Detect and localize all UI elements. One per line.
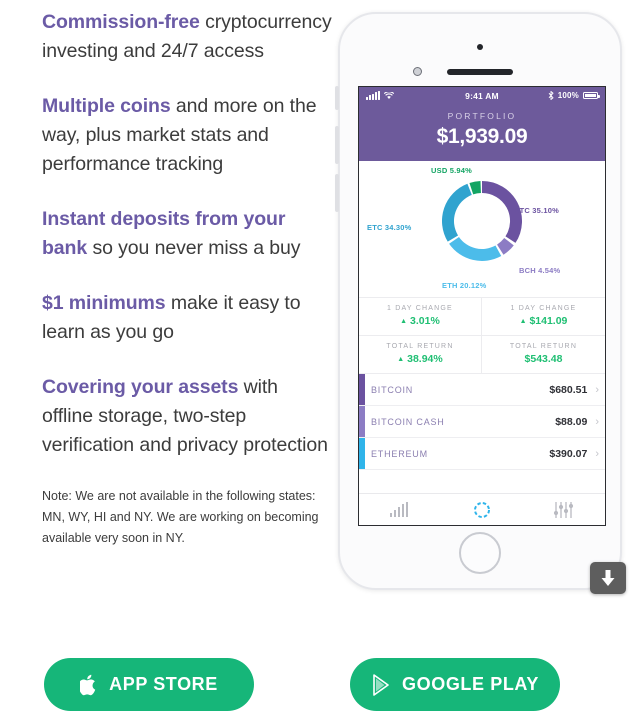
promo-page: Commission-free cryptocurrency investing… — [0, 0, 640, 715]
stat-label: TOTAL RETURN — [386, 343, 454, 350]
sliders-icon — [553, 501, 574, 518]
stat-number: 3.01% — [410, 315, 440, 327]
tab-settings[interactable] — [523, 501, 605, 518]
tab-portfolio[interactable] — [441, 501, 523, 519]
google-play-button[interactable]: GOOGLE PLAY — [350, 658, 560, 711]
coin-color-bar — [359, 374, 365, 405]
feature-item: Multiple coins and more on the way, plus… — [42, 92, 334, 179]
stat-value: $543.48 — [484, 353, 603, 365]
feature-text: so you never miss a buy — [87, 237, 301, 259]
coin-color-bar — [359, 438, 365, 469]
stat-label: 1 DAY CHANGE — [510, 305, 577, 312]
feature-highlight: Multiple coins — [42, 95, 171, 117]
stat-value: ▲ 38.94% — [361, 353, 479, 365]
coin-value: $680.51 — [549, 383, 588, 396]
coin-value: $390.07 — [549, 447, 588, 460]
up-arrow-icon: ▲ — [400, 318, 408, 325]
play-triangle-icon — [373, 673, 389, 696]
front-camera-icon — [477, 44, 483, 50]
stat-value: ▲ $141.09 — [484, 315, 603, 327]
cellular-signal-icon — [366, 90, 380, 100]
donut-label-btc: BTC 35.10% — [514, 206, 559, 215]
coin-color-bar — [359, 406, 365, 437]
feature-highlight: $1 minimums — [42, 292, 166, 314]
app-store-label: APP STORE — [109, 674, 218, 694]
feature-highlight: Covering your assets — [42, 376, 239, 398]
donut-label-etc: ETC 34.30% — [367, 223, 412, 232]
coin-row-bitcoin[interactable]: BITCOIN $680.51 › — [359, 374, 605, 406]
bottom-tab-bar — [359, 493, 605, 525]
feature-item: Commission-free cryptocurrency investing… — [42, 8, 334, 66]
status-bar-time: 9:41 AM — [465, 90, 499, 101]
donut-slice-usd — [469, 181, 481, 195]
portfolio-label: PORTFOLIO — [447, 111, 517, 121]
bar-chart-icon — [390, 502, 408, 517]
feature-item: Instant deposits from your bank so you n… — [42, 205, 334, 263]
stat-cell: TOTAL RETURN ▲ 38.94% — [359, 336, 482, 374]
apple-icon — [80, 674, 96, 695]
performance-stats-grid: 1 DAY CHANGE ▲ 3.01% 1 DAY CHANGE ▲ $141… — [359, 297, 605, 374]
home-button[interactable] — [459, 532, 501, 574]
coin-row-ethereum[interactable]: ETHEREUM $390.07 › — [359, 438, 605, 470]
donut-slice-bch — [497, 238, 514, 255]
chevron-right-icon: › — [595, 447, 599, 460]
coin-value: $88.09 — [555, 415, 588, 428]
donut-label-bch: BCH 4.54% — [519, 266, 561, 275]
status-bar: 9:41 AM 100% — [359, 87, 605, 104]
up-arrow-icon: ▲ — [519, 318, 527, 325]
download-badge-button[interactable] — [590, 562, 626, 594]
stat-number: 38.94% — [407, 353, 443, 365]
coin-name: BITCOIN CASH — [371, 416, 445, 427]
store-buttons: APP STORE GOOGLE PLAY — [0, 658, 640, 711]
stat-cell: 1 DAY CHANGE ▲ $141.09 — [482, 298, 605, 336]
stat-label: TOTAL RETURN — [509, 343, 578, 350]
phone-screen: 9:41 AM 100% PORTFOLIO $1,939.09 BTC 35.… — [358, 86, 606, 526]
stat-label: 1 DAY CHANGE — [387, 305, 453, 312]
phone-mockup: 9:41 AM 100% PORTFOLIO $1,939.09 BTC 35.… — [332, 8, 632, 600]
feature-list: Commission-free cryptocurrency investing… — [42, 8, 334, 549]
coin-name: ETHEREUM — [371, 448, 428, 459]
up-arrow-icon: ▲ — [397, 356, 405, 363]
allocation-donut-chart: BTC 35.10% BCH 4.54% ETH 20.12% ETC 34.3… — [359, 161, 605, 297]
stat-cell: TOTAL RETURN $543.48 — [482, 336, 605, 374]
battery-percentage: 100% — [557, 91, 579, 100]
donut-label-eth: ETH 20.12% — [442, 281, 487, 290]
proximity-sensor-icon — [413, 67, 422, 76]
stat-value: ▲ 3.01% — [361, 315, 479, 327]
coin-list: BITCOIN $680.51 › BITCOIN CASH $88.09 › … — [359, 374, 605, 470]
feature-item: Covering your assets with offline storag… — [42, 373, 334, 460]
earpiece-speaker-icon — [447, 69, 513, 75]
stat-cell: 1 DAY CHANGE ▲ 3.01% — [359, 298, 482, 336]
portfolio-header: PORTFOLIO $1,939.09 — [359, 104, 605, 161]
google-play-label: GOOGLE PLAY — [402, 674, 539, 694]
availability-note: Note: We are not available in the follow… — [42, 489, 319, 545]
silent-switch[interactable] — [335, 86, 339, 110]
chevron-right-icon: › — [595, 415, 599, 428]
stat-number: $543.48 — [524, 353, 563, 365]
feature-highlight: Commission-free — [42, 11, 200, 33]
portfolio-amount: $1,939.09 — [436, 125, 528, 148]
battery-icon — [583, 91, 600, 100]
coin-row-bitcoin-cash[interactable]: BITCOIN CASH $88.09 › — [359, 406, 605, 438]
phone-body: 9:41 AM 100% PORTFOLIO $1,939.09 BTC 35.… — [335, 12, 622, 590]
donut-slice-eth — [449, 236, 502, 261]
donut-label-usd: USD 5.94% — [431, 166, 472, 175]
donut-slice-etc — [441, 183, 472, 242]
volume-up-button[interactable] — [335, 126, 339, 164]
wifi-icon — [384, 91, 394, 99]
volume-down-button[interactable] — [335, 174, 339, 212]
donut-icon — [474, 501, 490, 518]
coin-name: BITCOIN — [371, 384, 414, 395]
app-store-button[interactable]: APP STORE — [44, 658, 254, 711]
donut-svg — [441, 181, 523, 261]
chevron-right-icon: › — [595, 383, 599, 396]
stat-number: $141.09 — [529, 315, 568, 327]
bluetooth-icon — [548, 91, 554, 100]
feature-item: $1 minimums make it easy to learn as you… — [42, 289, 334, 347]
tab-markets[interactable] — [359, 502, 441, 517]
download-arrow-icon — [601, 570, 615, 586]
